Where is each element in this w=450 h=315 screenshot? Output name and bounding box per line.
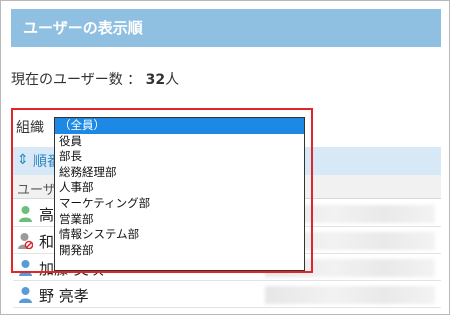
org-option-managers[interactable]: 部長 [55,149,304,165]
org-option-all[interactable]: （全員） [55,118,304,134]
user-count-label: 現在のユーザー数 ： [11,72,142,88]
org-option-executives[interactable]: 役員 [55,134,304,150]
user-count-value: 32 [145,72,166,88]
org-option-sales[interactable]: 営業部 [55,212,304,228]
org-filter-label: 組織 [16,120,44,136]
user-display-order-panel: ユーザーの表示順 現在のユーザー数 ： 32人 ⇕ 順番 ユーザー 高 和 野 … [0,0,450,315]
user-count-unit: 人 [165,72,180,88]
user-name[interactable]: 野 亮孝 [39,285,89,306]
org-option-hr[interactable]: 人事部 [55,180,304,196]
user-count: 現在のユーザー数 ： 32人 [11,69,179,89]
org-option-general-affairs[interactable]: 総務経理部 [55,165,304,181]
org-option-marketing[interactable]: マーケティング部 [55,196,304,212]
org-select-dropdown[interactable]: （全員） 役員 部長 総務経理部 人事部 マーケティング部 営業部 情報システム… [54,117,305,271]
user-icon [19,287,32,303]
page-title: ユーザーの表示順 [11,9,441,47]
table-row[interactable]: 野 亮孝 [13,281,441,308]
blurred-details [265,286,435,304]
org-option-development[interactable]: 開発部 [55,243,304,259]
org-option-it[interactable]: 情報システム部 [55,227,304,243]
